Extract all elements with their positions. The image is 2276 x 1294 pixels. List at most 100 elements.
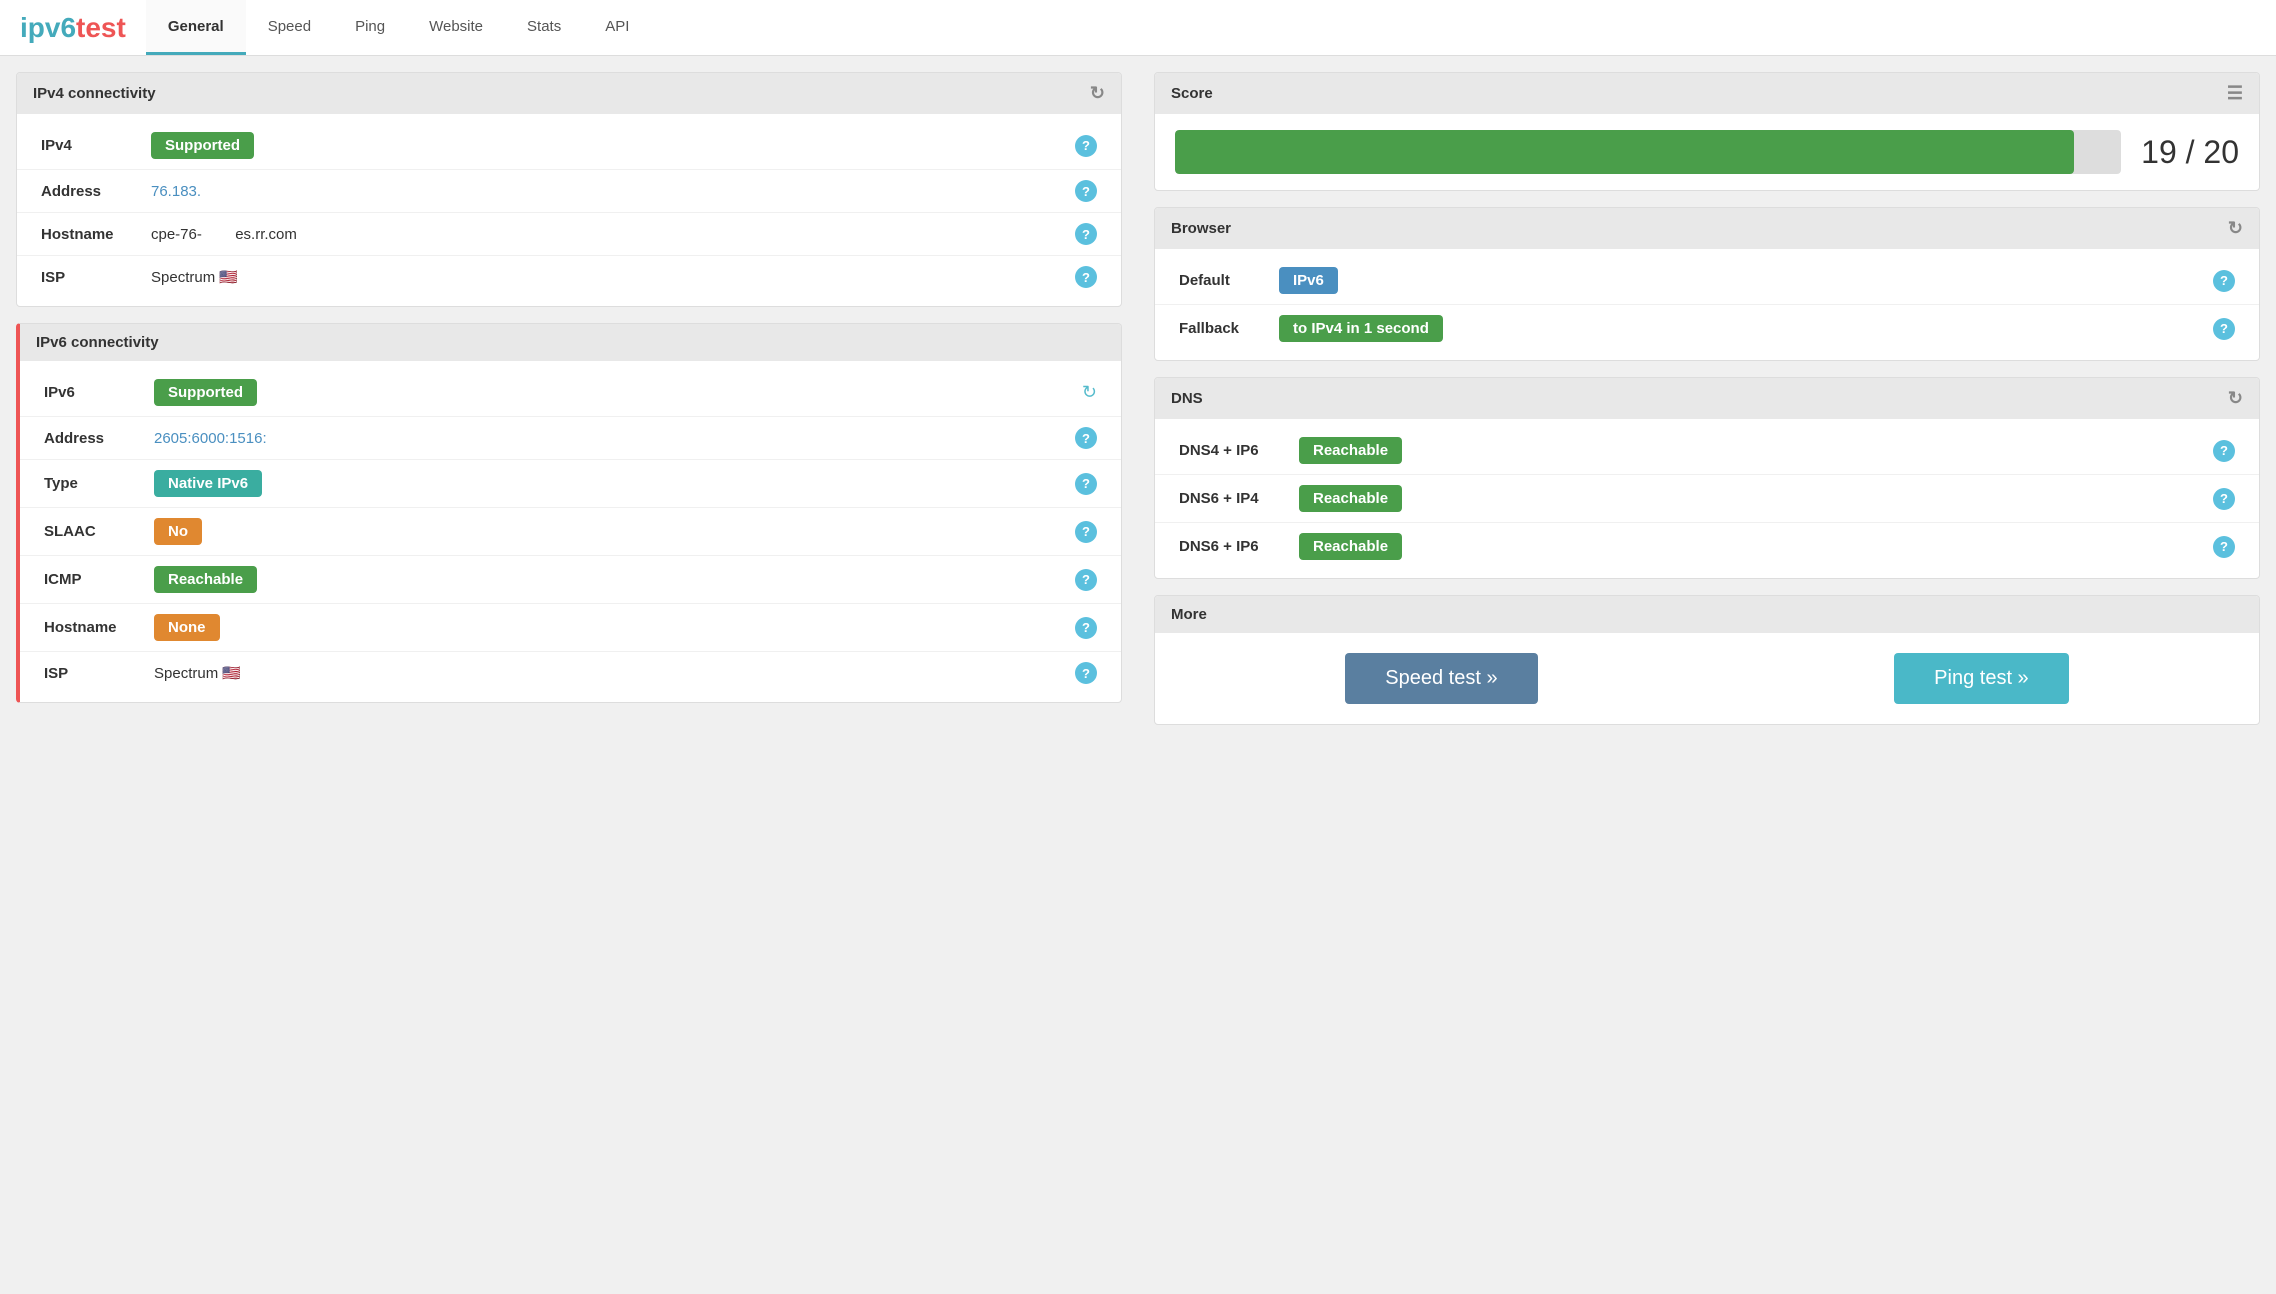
- ipv6-spinner-icon: ↻: [1082, 382, 1097, 403]
- dns-label-1: DNS6 + IP4: [1179, 490, 1299, 507]
- score-title: Score: [1171, 85, 1213, 102]
- ipv6-title: IPv6 connectivity: [36, 334, 159, 351]
- browser-value-fallback: to IPv4 in 1 second: [1279, 315, 2213, 342]
- right-panel: Score ☰ 19 / 20 Browser ↻ Default: [1138, 56, 2276, 1294]
- dns-help-icon-2[interactable]: ?: [2213, 536, 2235, 558]
- dns-value-0: Reachable: [1299, 437, 2213, 464]
- browser-title: Browser: [1171, 220, 1231, 237]
- ipv4-body: IPv4 Supported ? Address 76.183. ? Hos: [17, 114, 1121, 306]
- ipv6-value-slaac: No: [154, 518, 1075, 545]
- browser-refresh-icon[interactable]: ↻: [2228, 218, 2243, 239]
- logo: ipv6 test: [0, 0, 146, 55]
- dns-card: DNS ↻ DNS4 + IP6 Reachable ? DNS6 + IP4 …: [1154, 377, 2260, 579]
- ipv6-value-hostname: None: [154, 614, 1075, 641]
- score-header: Score ☰: [1155, 73, 2259, 114]
- ipv4-supported-badge: Supported: [151, 132, 254, 159]
- browser-fallback-badge: to IPv4 in 1 second: [1279, 315, 1443, 342]
- score-list-icon[interactable]: ☰: [2227, 83, 2243, 104]
- dns-title: DNS: [1171, 390, 1203, 407]
- ipv4-help-icon-1[interactable]: ?: [1075, 180, 1097, 202]
- dns-row-2: DNS6 + IP6 Reachable ?: [1155, 523, 2259, 570]
- dns-refresh-icon[interactable]: ↻: [2228, 388, 2243, 409]
- score-card: Score ☰ 19 / 20: [1154, 72, 2260, 191]
- browser-help-icon-0[interactable]: ?: [2213, 270, 2235, 292]
- ipv6-row-icmp: ICMP Reachable ?: [20, 556, 1121, 604]
- dns-row-0: DNS4 + IP6 Reachable ?: [1155, 427, 2259, 475]
- dns-help-icon-0[interactable]: ?: [2213, 440, 2235, 462]
- dns-row-1: DNS6 + IP4 Reachable ?: [1155, 475, 2259, 523]
- ipv4-help-icon-2[interactable]: ?: [1075, 223, 1097, 245]
- score-bar-track: [1175, 130, 2121, 174]
- ipv4-value-address: 76.183.: [151, 183, 1075, 200]
- nav-item-speed[interactable]: Speed: [246, 0, 333, 55]
- ipv6-help-icon-5[interactable]: ?: [1075, 617, 1097, 639]
- dns-label-2: DNS6 + IP6: [1179, 538, 1299, 555]
- ipv6-type-badge: Native IPv6: [154, 470, 262, 497]
- ipv4-label-address: Address: [41, 183, 151, 200]
- more-buttons: Speed test » Ping test »: [1155, 633, 2259, 724]
- ipv6-icmp-badge: Reachable: [154, 566, 257, 593]
- browser-row-default: Default IPv6 ?: [1155, 257, 2259, 305]
- speed-test-button[interactable]: Speed test »: [1345, 653, 1537, 704]
- nav-item-api[interactable]: API: [583, 0, 651, 55]
- ipv6-value-icmp: Reachable: [154, 566, 1075, 593]
- ipv6-address-link[interactable]: 2605:6000:1516:: [154, 430, 267, 447]
- browser-body: Default IPv6 ? Fallback to IPv4 in 1 sec…: [1155, 249, 2259, 360]
- dns-badge-0: Reachable: [1299, 437, 1402, 464]
- ipv4-row-isp: ISP Spectrum 🇺🇸 ?: [17, 256, 1121, 298]
- ipv4-address-link[interactable]: 76.183.: [151, 183, 201, 200]
- nav-item-stats[interactable]: Stats: [505, 0, 583, 55]
- ipv6-label-type: Type: [44, 475, 154, 492]
- more-card: More Speed test » Ping test »: [1154, 595, 2260, 725]
- browser-default-badge: IPv6: [1279, 267, 1338, 294]
- browser-row-fallback: Fallback to IPv4 in 1 second ?: [1155, 305, 2259, 352]
- more-header: More: [1155, 596, 2259, 633]
- ipv6-label-icmp: ICMP: [44, 571, 154, 588]
- ipv4-card: IPv4 connectivity ↻ IPv4 Supported ? Add…: [16, 72, 1122, 307]
- dns-badge-1: Reachable: [1299, 485, 1402, 512]
- ipv4-hostname-part1: cpe-76-: [151, 226, 202, 243]
- browser-card: Browser ↻ Default IPv6 ? Fallback to IPv…: [1154, 207, 2260, 361]
- nav-item-general[interactable]: General: [146, 0, 246, 55]
- score-bar-fill: [1175, 130, 2074, 174]
- ipv6-card: IPv6 connectivity IPv6 Supported ↻ Addre…: [16, 323, 1122, 703]
- ipv6-row-isp: ISP Spectrum 🇺🇸 ?: [20, 652, 1121, 694]
- ipv6-label-isp: ISP: [44, 665, 154, 682]
- ipv6-slaac-badge: No: [154, 518, 202, 545]
- browser-help-icon-1[interactable]: ?: [2213, 318, 2235, 340]
- ipv6-help-icon-4[interactable]: ?: [1075, 569, 1097, 591]
- nav-item-website[interactable]: Website: [407, 0, 505, 55]
- ipv6-row-address: Address 2605:6000:1516: ?: [20, 417, 1121, 460]
- ipv6-help-icon-3[interactable]: ?: [1075, 521, 1097, 543]
- header: ipv6 test General Speed Ping Website Sta…: [0, 0, 2276, 56]
- more-title: More: [1171, 606, 1207, 623]
- ipv6-row-slaac: SLAAC No ?: [20, 508, 1121, 556]
- ipv6-hostname-badge: None: [154, 614, 220, 641]
- ipv4-refresh-icon[interactable]: ↻: [1090, 83, 1105, 104]
- ipv6-body: IPv6 Supported ↻ Address 2605:6000:1516:…: [20, 361, 1121, 702]
- ipv6-row-ipv6: IPv6 Supported ↻: [20, 369, 1121, 417]
- ipv4-help-icon-3[interactable]: ?: [1075, 266, 1097, 288]
- ipv4-help-icon-0[interactable]: ?: [1075, 135, 1097, 157]
- ipv6-row-type: Type Native IPv6 ?: [20, 460, 1121, 508]
- ipv6-value-type: Native IPv6: [154, 470, 1075, 497]
- score-value: 19 / 20: [2141, 134, 2239, 171]
- ping-test-button[interactable]: Ping test »: [1894, 653, 2069, 704]
- ipv6-help-icon-1[interactable]: ?: [1075, 427, 1097, 449]
- ipv4-row-address: Address 76.183. ?: [17, 170, 1121, 213]
- ipv6-help-icon-6[interactable]: ?: [1075, 662, 1097, 684]
- dns-body: DNS4 + IP6 Reachable ? DNS6 + IP4 Reacha…: [1155, 419, 2259, 578]
- logo-ipv6: ipv6: [20, 12, 76, 44]
- main-layout: IPv4 connectivity ↻ IPv4 Supported ? Add…: [0, 56, 2276, 1294]
- dns-help-icon-1[interactable]: ?: [2213, 488, 2235, 510]
- nav-item-ping[interactable]: Ping: [333, 0, 407, 55]
- ipv6-help-icon-2[interactable]: ?: [1075, 473, 1097, 495]
- ipv6-label-ipv6: IPv6: [44, 384, 154, 401]
- dns-label-0: DNS4 + IP6: [1179, 442, 1299, 459]
- ipv4-label-ipv4: IPv4: [41, 137, 151, 154]
- left-panel: IPv4 connectivity ↻ IPv4 Supported ? Add…: [0, 56, 1138, 1294]
- ipv6-label-address: Address: [44, 430, 154, 447]
- ipv4-title: IPv4 connectivity: [33, 85, 156, 102]
- browser-label-fallback: Fallback: [1179, 320, 1279, 337]
- ipv4-value-hostname: cpe-76- es.rr.com: [151, 226, 1075, 243]
